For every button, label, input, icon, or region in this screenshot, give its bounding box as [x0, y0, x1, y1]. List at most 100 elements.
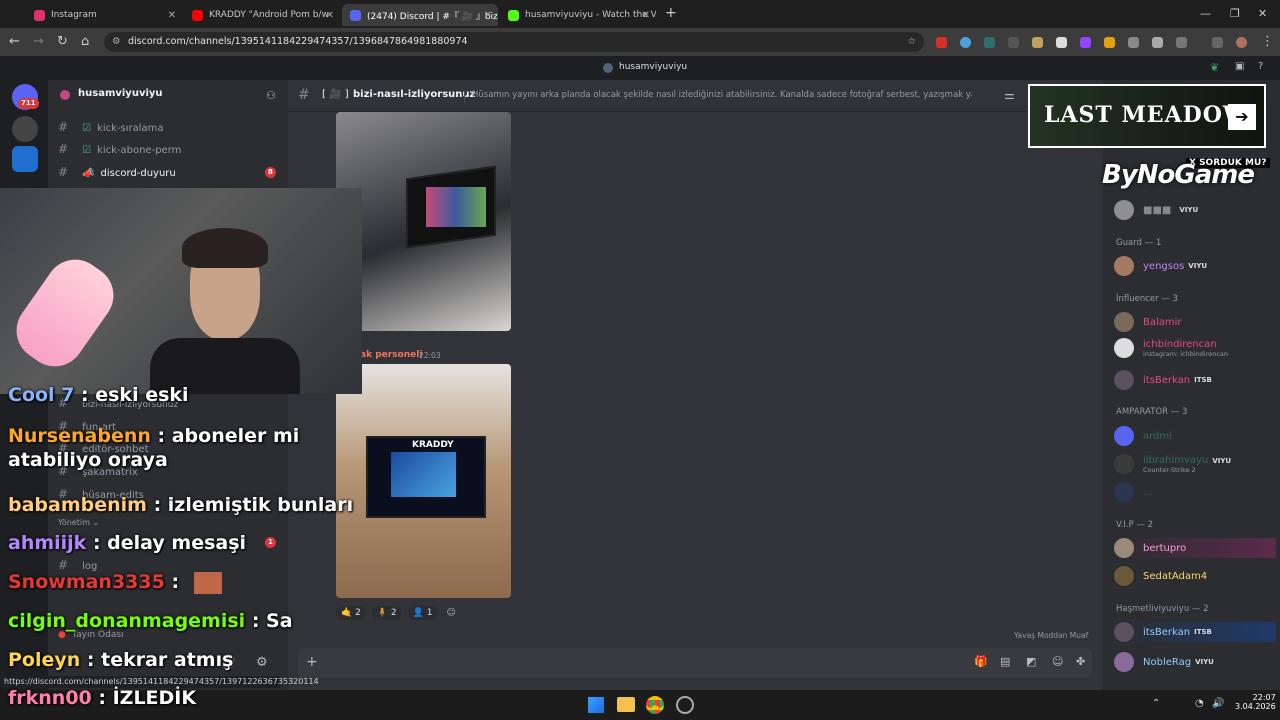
- site-info-icon[interactable]: ⚙: [112, 32, 121, 52]
- channel-discord-duyuru[interactable]: # 📣 discord-duyuru: [58, 165, 176, 179]
- clock-time: 22:07: [1252, 693, 1276, 702]
- extension-icon[interactable]: [1056, 37, 1067, 48]
- member-item[interactable]: SedatAdam4: [1114, 566, 1207, 586]
- reaction-button[interactable]: 🧍 2: [371, 606, 402, 620]
- check-emoji-icon: ☑: [82, 145, 92, 156]
- chrome-icon[interactable]: [646, 696, 664, 714]
- inbox-icon[interactable]: ▣: [1235, 61, 1244, 72]
- speaker-icon[interactable]: 🔊: [1212, 698, 1224, 709]
- member-item[interactable]: itsBerkan ITSB: [1114, 622, 1276, 642]
- apps-icon[interactable]: ✤: [1076, 655, 1085, 668]
- channel-kick-abone-perm[interactable]: # ☑ kick-abone-perm: [58, 142, 181, 156]
- threads-icon[interactable]: ⚌: [1004, 88, 1015, 102]
- url-input[interactable]: ⚙ discord.com/channels/13951411842294743…: [104, 32, 924, 52]
- wifi-icon[interactable]: ◔: [1195, 698, 1204, 709]
- member-name: Balamir: [1143, 316, 1182, 328]
- member-item[interactable]: ichbindirencan instagram: ichbindirencan: [1114, 338, 1228, 358]
- file-explorer-icon[interactable]: [617, 697, 635, 712]
- new-tab-button[interactable]: +: [665, 5, 677, 21]
- obs-icon[interactable]: [676, 696, 694, 714]
- member-item[interactable]: itsBerkan ITSB: [1114, 370, 1212, 390]
- minimize-icon[interactable]: —: [1200, 7, 1211, 20]
- channel-kick-siralama[interactable]: # ☑ kick-sıralama: [58, 120, 164, 134]
- member-name: itsBerkan: [1143, 374, 1191, 386]
- shield-icon[interactable]: [1152, 37, 1163, 48]
- reload-icon[interactable]: ↻: [57, 34, 68, 49]
- avatar: [1114, 426, 1134, 446]
- profile-avatar[interactable]: [1236, 37, 1247, 48]
- clock[interactable]: 22:07 3.04.2026: [1235, 693, 1276, 711]
- member-item[interactable]: yengsos VIYU: [1114, 256, 1207, 276]
- member-item[interactable]: NobleRag VIYU: [1114, 652, 1214, 672]
- member-item[interactable]: ardmi: [1114, 426, 1172, 446]
- member-item[interactable]: bertupro: [1114, 538, 1276, 558]
- member-name: bertupro: [1143, 542, 1187, 554]
- member-name: yengsos: [1143, 260, 1185, 272]
- member-item[interactable]: ...: [1114, 482, 1153, 502]
- clock-date: 3.04.2026: [1235, 702, 1276, 711]
- role-header: İnfluencer — 3: [1116, 294, 1178, 304]
- server-icon: [603, 63, 613, 73]
- attachment-image[interactable]: [336, 112, 511, 331]
- server-icon[interactable]: [12, 146, 38, 172]
- tab-kick[interactable]: husamviyuviyu - Watch the VO ✕: [500, 4, 656, 26]
- kick-icon: [508, 9, 519, 21]
- sticker-icon[interactable]: ◩: [1026, 655, 1036, 668]
- server-name[interactable]: husamviyuviyu: [78, 88, 163, 99]
- twitch-extension-icon[interactable]: [1080, 37, 1091, 48]
- tab-search-icon[interactable]: [1212, 37, 1223, 48]
- message-author[interactable]: ak personeli: [360, 350, 422, 360]
- member-item[interactable]: ■■■ VIYU: [1114, 200, 1198, 220]
- megaphone-emoji-icon: 📣: [82, 168, 95, 179]
- discord-title-bar: husamviyuviyu ❦ ▣ ?: [0, 56, 1280, 80]
- member-item[interactable]: Balamir: [1114, 312, 1182, 332]
- reaction-button[interactable]: 👤 1: [407, 606, 438, 620]
- close-icon[interactable]: ✕: [642, 10, 650, 21]
- gif-icon[interactable]: ▤: [1000, 655, 1010, 668]
- adblock-extension-icon[interactable]: [936, 37, 947, 48]
- emoji-icon[interactable]: ☺: [1052, 655, 1063, 668]
- close-icon[interactable]: ✕: [484, 10, 492, 21]
- back-icon[interactable]: ←: [9, 34, 20, 49]
- close-window-icon[interactable]: ✕: [1258, 7, 1267, 20]
- member-tag: ITSB: [1194, 628, 1212, 636]
- tab-instagram[interactable]: Instagram ✕: [26, 4, 182, 26]
- channel-topic[interactable]: Hüsamın yayını arka planda olacak şekild…: [472, 90, 972, 100]
- member-name: ...: [1143, 486, 1153, 498]
- extension-icon[interactable]: [984, 37, 995, 48]
- tab-youtube[interactable]: KRADDY "Android Pom b/w ✕: [184, 4, 340, 26]
- help-icon[interactable]: ?: [1258, 61, 1263, 72]
- invite-user-icon[interactable]: ⚇: [266, 89, 276, 102]
- member-name: ilbrahimvayu: [1143, 454, 1209, 466]
- emote-image: [193, 571, 222, 594]
- youtube-icon: [192, 9, 203, 21]
- close-icon[interactable]: ✕: [326, 10, 334, 21]
- extension-icon[interactable]: [1008, 37, 1019, 48]
- server-icon[interactable]: [12, 116, 38, 142]
- add-reaction-icon[interactable]: ☺: [443, 606, 458, 620]
- tab-label: husamviyuviyu - Watch the VO: [525, 10, 656, 20]
- avatar: [1114, 538, 1134, 558]
- server-badge-icon: [60, 90, 70, 100]
- kebab-menu-icon[interactable]: ⋮: [1261, 34, 1274, 49]
- streamer-hair: [182, 228, 268, 268]
- message-input[interactable]: + 🎁 ▤ ◩ ☺ ✤: [298, 648, 1092, 678]
- gift-icon[interactable]: 🎁: [974, 655, 988, 668]
- tray-chevron-icon[interactable]: ⌃: [1152, 698, 1160, 709]
- tab-discord[interactable]: (2474) Discord | #『 🎥 』bizi-nas ✕: [342, 4, 498, 26]
- message-time: 22:03: [419, 351, 441, 360]
- maximize-icon[interactable]: ❐: [1230, 7, 1240, 20]
- extension-icon[interactable]: [1128, 37, 1139, 48]
- forward-icon[interactable]: →: [33, 34, 44, 49]
- close-icon[interactable]: ✕: [168, 10, 176, 21]
- extension-icon[interactable]: [960, 37, 971, 48]
- extension-icon[interactable]: [1032, 37, 1043, 48]
- puzzle-extensions-icon[interactable]: [1176, 37, 1187, 48]
- home-icon[interactable]: ⌂: [81, 34, 89, 49]
- nitro-leaf-icon[interactable]: ❦: [1210, 61, 1219, 74]
- bookmark-star-icon[interactable]: ☆: [907, 32, 916, 52]
- attachment-image[interactable]: KRADDY: [336, 364, 511, 598]
- extension-icon[interactable]: [1104, 37, 1115, 48]
- member-item[interactable]: ilbrahimvayu VIYU Counter-Strike 2: [1114, 454, 1231, 474]
- windows-start-icon[interactable]: [588, 697, 604, 713]
